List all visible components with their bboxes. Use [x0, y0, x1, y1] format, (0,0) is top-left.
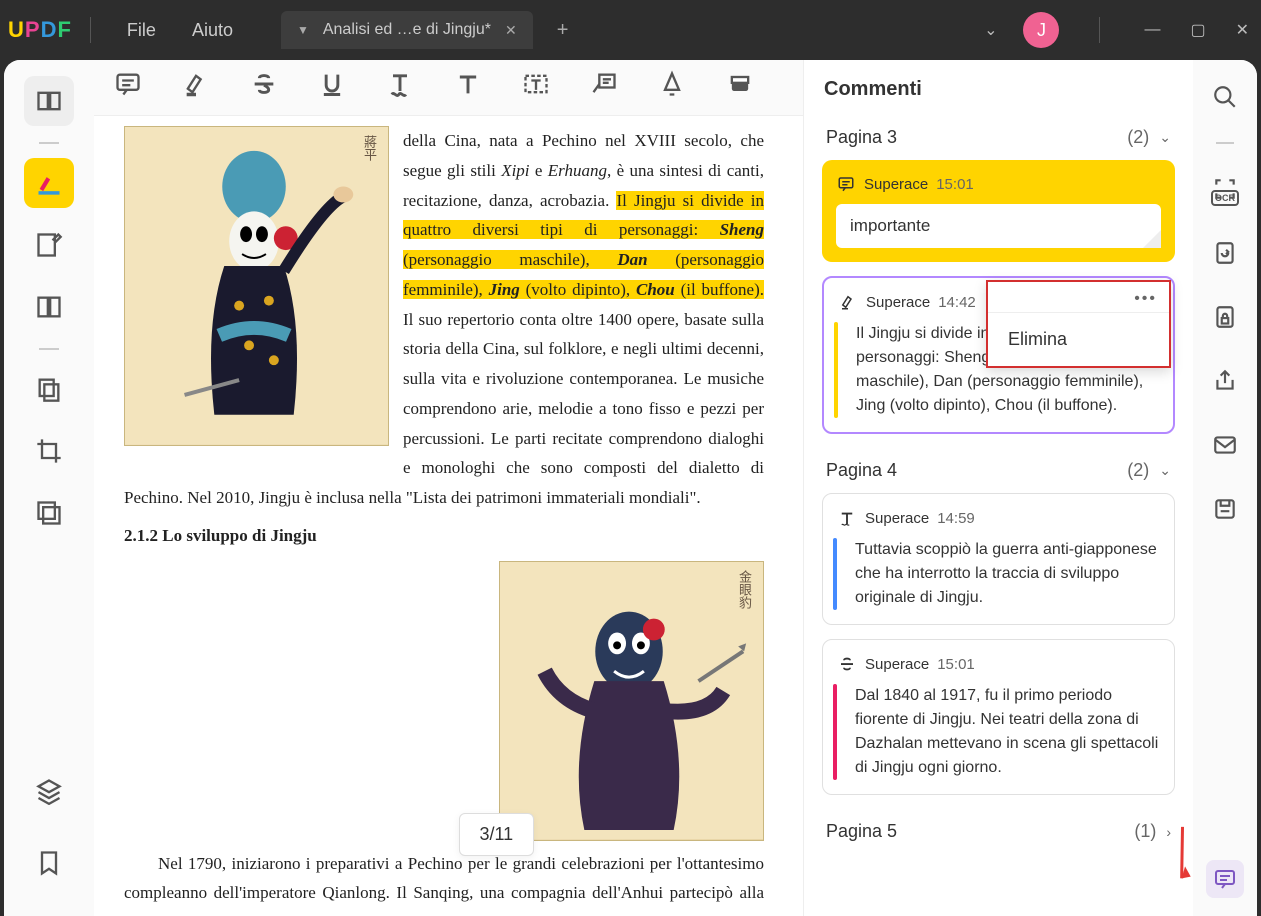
color-stripe	[833, 684, 837, 780]
app-logo: UPDF	[8, 17, 72, 43]
context-menu: ••• Elimina	[986, 280, 1171, 368]
ocr-icon[interactable]: OCR	[1206, 170, 1244, 208]
layers-icon[interactable]	[24, 766, 74, 816]
menu-file[interactable]: File	[109, 20, 174, 41]
share-icon[interactable]	[1206, 362, 1244, 400]
window-maximize-icon[interactable]: ▢	[1186, 16, 1209, 44]
chevron-down-icon: ⌄	[1159, 129, 1171, 146]
chevron-down-icon: ⌄	[1159, 462, 1171, 479]
convert-icon[interactable]	[1206, 234, 1244, 272]
callout-icon[interactable]	[590, 70, 618, 105]
titlebar: UPDF File Aiuto ▼ Analisi ed …e di Jingj…	[0, 0, 1261, 60]
textbox-icon[interactable]	[522, 70, 550, 105]
comment-card[interactable]: Superace 15:01 importante	[822, 160, 1175, 262]
comment-time: 15:01	[936, 176, 974, 193]
comment-author: Superace	[865, 510, 929, 527]
comment-time: 15:01	[937, 656, 975, 673]
lock-icon[interactable]	[1206, 298, 1244, 336]
page-group-header[interactable]: Pagina 5 (1) ›	[822, 809, 1175, 854]
strikethrough-icon[interactable]	[250, 70, 278, 105]
page-indicator[interactable]: 3/11	[459, 813, 535, 856]
more-icon[interactable]: •••	[988, 282, 1169, 313]
comment-text: Tuttavia scoppiò la guerra anti-giappone…	[837, 538, 1160, 610]
text-icon[interactable]	[454, 70, 482, 105]
pencil-icon[interactable]	[658, 70, 686, 105]
highlight-tool-icon[interactable]	[24, 158, 74, 208]
pages-tool-icon[interactable]	[24, 282, 74, 332]
comment-card[interactable]: Superace 15:01 Dal 1840 al 1917, fu il p…	[822, 639, 1175, 795]
separator	[39, 142, 59, 144]
comment-count: (2)	[1127, 127, 1149, 148]
comment-author: Superace	[866, 294, 930, 311]
chevron-down-icon[interactable]: ⌄	[980, 16, 1001, 44]
page-label: Pagina 3	[826, 127, 897, 148]
document-area[interactable]: 蔣平 della Cina, nata a Pechino nel XVIII …	[94, 116, 803, 916]
separator	[1099, 17, 1100, 43]
new-tab-button[interactable]: +	[557, 19, 569, 42]
separator	[90, 17, 91, 43]
edit-tool-icon[interactable]	[24, 220, 74, 270]
doc-text: e	[530, 161, 548, 180]
compare-tool-icon[interactable]	[24, 488, 74, 538]
comment-icon[interactable]	[114, 70, 142, 105]
note-icon	[836, 174, 856, 194]
right-sidebar: OCR	[1193, 60, 1257, 916]
reader-mode-icon[interactable]	[24, 76, 74, 126]
eraser-icon[interactable]	[726, 70, 754, 105]
save-icon[interactable]	[1206, 490, 1244, 528]
comment-card-selected[interactable]: Superace 14:42 Il Jingju si divide in qu…	[822, 276, 1175, 434]
comment-time: 14:42	[938, 294, 976, 311]
tab-close-icon[interactable]: ✕	[505, 22, 517, 39]
tab-title: Analisi ed …e di Jingju*	[323, 21, 491, 39]
comment-time: 14:59	[937, 510, 975, 527]
delete-menu-item[interactable]: Elimina	[988, 313, 1169, 366]
comments-title: Commenti	[804, 60, 1193, 115]
comment-author: Superace	[865, 656, 929, 673]
window-close-icon[interactable]: ✕	[1232, 16, 1253, 44]
color-stripe	[833, 538, 837, 610]
bookmark-icon[interactable]	[24, 838, 74, 888]
comment-count: (2)	[1127, 460, 1149, 481]
page-group-header[interactable]: Pagina 3 (2) ⌄	[822, 115, 1175, 160]
document-image-1: 蔣平	[124, 126, 389, 446]
comment-card[interactable]: Superace 14:59 Tuttavia scoppiò la guerr…	[822, 493, 1175, 625]
separator	[39, 348, 59, 350]
comments-panel: Commenti Pagina 3 (2) ⌄ Superace 15:01	[803, 60, 1193, 916]
comment-author: Superace	[864, 176, 928, 193]
menu-help[interactable]: Aiuto	[174, 20, 251, 41]
comment-text: Dal 1840 al 1917, fu il primo periodo fi…	[837, 684, 1160, 780]
doc-heading: 2.1.2 Lo sviluppo di Jingju	[124, 526, 317, 545]
page-label: Pagina 4	[826, 460, 897, 481]
window-minimize-icon[interactable]: —	[1140, 17, 1164, 43]
doc-text: Erhuang	[548, 161, 607, 180]
text-icon	[837, 508, 857, 528]
crop-tool-icon[interactable]	[24, 426, 74, 476]
strikethrough-icon	[837, 654, 857, 674]
page-group-header[interactable]: Pagina 4 (2) ⌄	[822, 448, 1175, 493]
underline-icon[interactable]	[318, 70, 346, 105]
doc-text: Nel 1790, iniziarono i preparativi a Pec…	[124, 849, 764, 916]
copy-tool-icon[interactable]	[24, 364, 74, 414]
separator	[1216, 142, 1234, 144]
doc-text: Xipi	[501, 161, 529, 180]
comments-toggle-icon[interactable]	[1206, 860, 1244, 898]
document-tab[interactable]: ▼ Analisi ed …e di Jingju* ✕	[281, 11, 533, 49]
left-sidebar	[4, 60, 94, 916]
comment-text[interactable]: importante	[836, 204, 1161, 248]
document-image-2: 金眼豹	[499, 561, 764, 841]
color-stripe	[834, 322, 838, 418]
user-avatar[interactable]: J	[1023, 12, 1059, 48]
highlighter-icon[interactable]	[182, 70, 210, 105]
email-icon[interactable]	[1206, 426, 1244, 464]
search-icon[interactable]	[1206, 78, 1244, 116]
page-label: Pagina 5	[826, 821, 897, 842]
highlighter-icon	[838, 292, 858, 312]
comment-count: (1)	[1134, 821, 1156, 842]
annotation-toolbar	[94, 60, 803, 116]
tab-dropdown-icon[interactable]: ▼	[297, 23, 309, 37]
squiggly-icon[interactable]	[386, 70, 414, 105]
